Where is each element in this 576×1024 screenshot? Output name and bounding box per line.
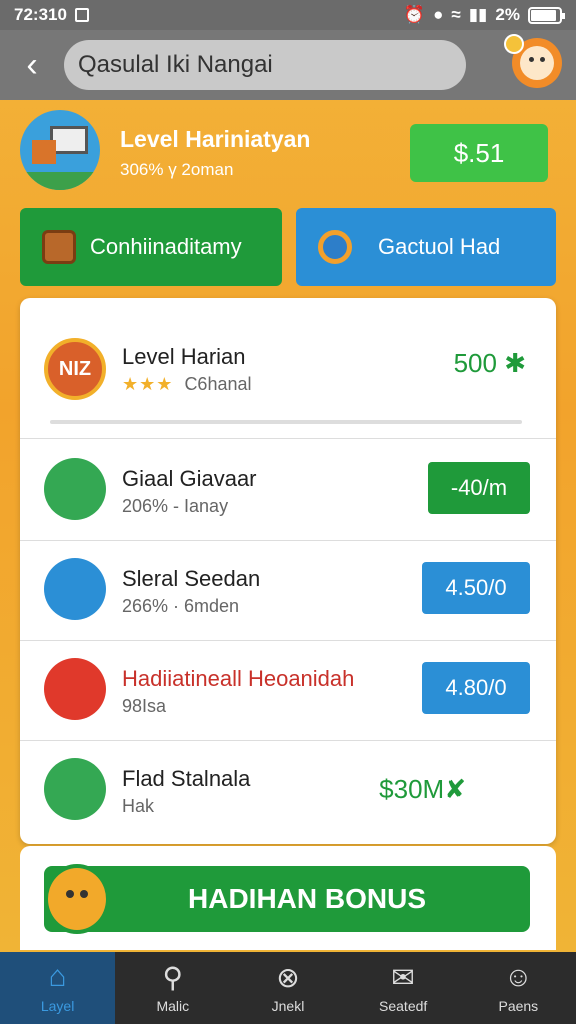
chevron-left-icon: ‹ xyxy=(26,45,38,84)
crate-icon xyxy=(42,230,76,264)
box-icon xyxy=(32,140,56,164)
search-text: Qasulal Iki Nangai xyxy=(78,51,273,78)
ticket-icon xyxy=(44,658,106,720)
list-item[interactable]: NIZ Level Harian ★★★ C6hanal 500 ✱ xyxy=(20,316,556,424)
item-meta: ★★★ C6hanal xyxy=(122,374,252,395)
item-meta: 266% · 6mden xyxy=(122,596,240,616)
item-value: $30M✘ xyxy=(379,774,466,804)
gear-icon: ✱ xyxy=(504,348,526,378)
bottom-nav: ⌂ Layel ⚲ Malic ⊗ Jnekl ✉ Seatedf ☺ Paen… xyxy=(0,952,576,1024)
emoji-icon xyxy=(504,34,524,54)
alarm-icon: ⏰ xyxy=(403,5,426,24)
mascot-icon xyxy=(44,864,110,934)
divider xyxy=(20,540,556,541)
document-icon xyxy=(44,558,106,620)
item-name: Giaal Giavaar xyxy=(122,466,257,491)
progress-track xyxy=(50,420,522,424)
bonus-button[interactable]: HADIHAN BONUS xyxy=(44,866,530,932)
item-name: Sleral Seedan xyxy=(122,566,261,591)
item-value-number: 500 xyxy=(453,348,497,378)
workstation-illustration-icon xyxy=(20,110,100,190)
divider xyxy=(20,740,556,741)
action-right-label: Gactuol Had xyxy=(378,234,501,259)
nav-item-profile[interactable]: ☺ Paens xyxy=(461,952,576,1024)
action-left-label: Conhiinaditamy xyxy=(90,234,242,259)
close-circle-icon: ⊗ xyxy=(276,961,300,993)
nav-item-close[interactable]: ⊗ Jnekl xyxy=(230,952,345,1024)
gallery-icon xyxy=(74,8,89,22)
item-meta: 98Isa xyxy=(122,696,167,716)
value-button[interactable]: -40/m xyxy=(428,462,530,514)
item-meta: 206% - Ianay xyxy=(122,496,229,516)
nav-label: Layel xyxy=(40,998,75,1014)
value-button[interactable]: 4.80/0 xyxy=(422,662,530,714)
person-icon: ☺ xyxy=(504,961,533,992)
back-button[interactable]: ‹ xyxy=(0,30,64,100)
battery-fill xyxy=(531,9,557,21)
action-button-right[interactable]: Gactuol Had xyxy=(296,208,556,286)
action-button-left[interactable]: Conhiinaditamy xyxy=(20,208,282,286)
top-bar: ‹ Qasulal Iki Nangai xyxy=(0,30,576,100)
wifi-icon: ≈ xyxy=(451,5,461,24)
battery-icon xyxy=(528,6,565,24)
list-item[interactable]: Giaal Giavaar 206% - Ianay -40/m xyxy=(20,440,556,540)
divider xyxy=(20,438,556,439)
hammer-icon xyxy=(44,458,106,520)
signal-icon: ● xyxy=(433,5,444,24)
search-bar[interactable]: Qasulal Iki Nangai xyxy=(64,40,466,90)
divider xyxy=(20,640,556,641)
avatar[interactable] xyxy=(504,34,562,88)
status-left: 72:310 xyxy=(14,5,89,25)
status-bar: 72:310 ⏰ ● ≈ ▮▮ 2% xyxy=(0,0,576,30)
reward-list: NIZ Level Harian ★★★ C6hanal 500 ✱ Giaal… xyxy=(20,298,556,844)
grass-shape xyxy=(20,172,100,190)
location-pin-icon: ⚲ xyxy=(162,961,184,993)
home-icon: ⌂ xyxy=(48,960,67,993)
battery-percent: 2% xyxy=(495,5,520,24)
value-button[interactable]: 4.50/0 xyxy=(422,562,530,614)
status-time: 72:310 xyxy=(14,5,67,24)
nav-item-mail[interactable]: ✉ Seatedf xyxy=(346,952,461,1024)
status-right: ⏰ ● ≈ ▮▮ 2% xyxy=(403,5,565,25)
compass-icon xyxy=(318,230,352,264)
treasure-chest-icon xyxy=(44,758,106,820)
nav-label: Paens xyxy=(498,998,539,1014)
list-item[interactable]: Sleral Seedan 266% · 6mden 4.50/0 xyxy=(20,542,556,642)
rating-stars-icon: ★★★ xyxy=(122,374,174,394)
cell-signal-icon: ▮▮ xyxy=(468,5,488,24)
item-name: Flad Stalnala xyxy=(122,766,251,791)
nav-label: Jnekl xyxy=(271,998,305,1014)
item-meta: Hak xyxy=(122,796,155,816)
mail-icon: ✉ xyxy=(391,961,415,993)
nav-label: Seatedf xyxy=(379,998,428,1014)
mascot-face-icon xyxy=(520,46,554,80)
item-name: Hadiiatineall Heoanidah xyxy=(122,666,355,691)
nav-item-map[interactable]: ⚲ Malic xyxy=(115,952,230,1024)
level-subtitle: 306% γ 2oman xyxy=(120,160,234,179)
badge-icon: NIZ xyxy=(44,338,106,400)
nav-item-home[interactable]: ⌂ Layel xyxy=(0,952,116,1024)
list-item[interactable]: Hadiiatineall Heoanidah 98Isa 4.80/0 xyxy=(20,642,556,742)
level-header: Level Hariniatyan 306% γ 2oman $.51 xyxy=(20,110,556,196)
item-meta-text: C6hanal xyxy=(184,374,252,394)
nav-label: Malic xyxy=(156,998,190,1014)
price-button[interactable]: $.51 xyxy=(410,124,548,182)
level-title: Level Hariniatyan xyxy=(120,126,311,152)
list-item[interactable]: Flad Stalnala Hak $30M✘ xyxy=(20,742,556,842)
item-name: Level Harian xyxy=(122,344,246,369)
item-value: 500 ✱ xyxy=(454,348,526,379)
